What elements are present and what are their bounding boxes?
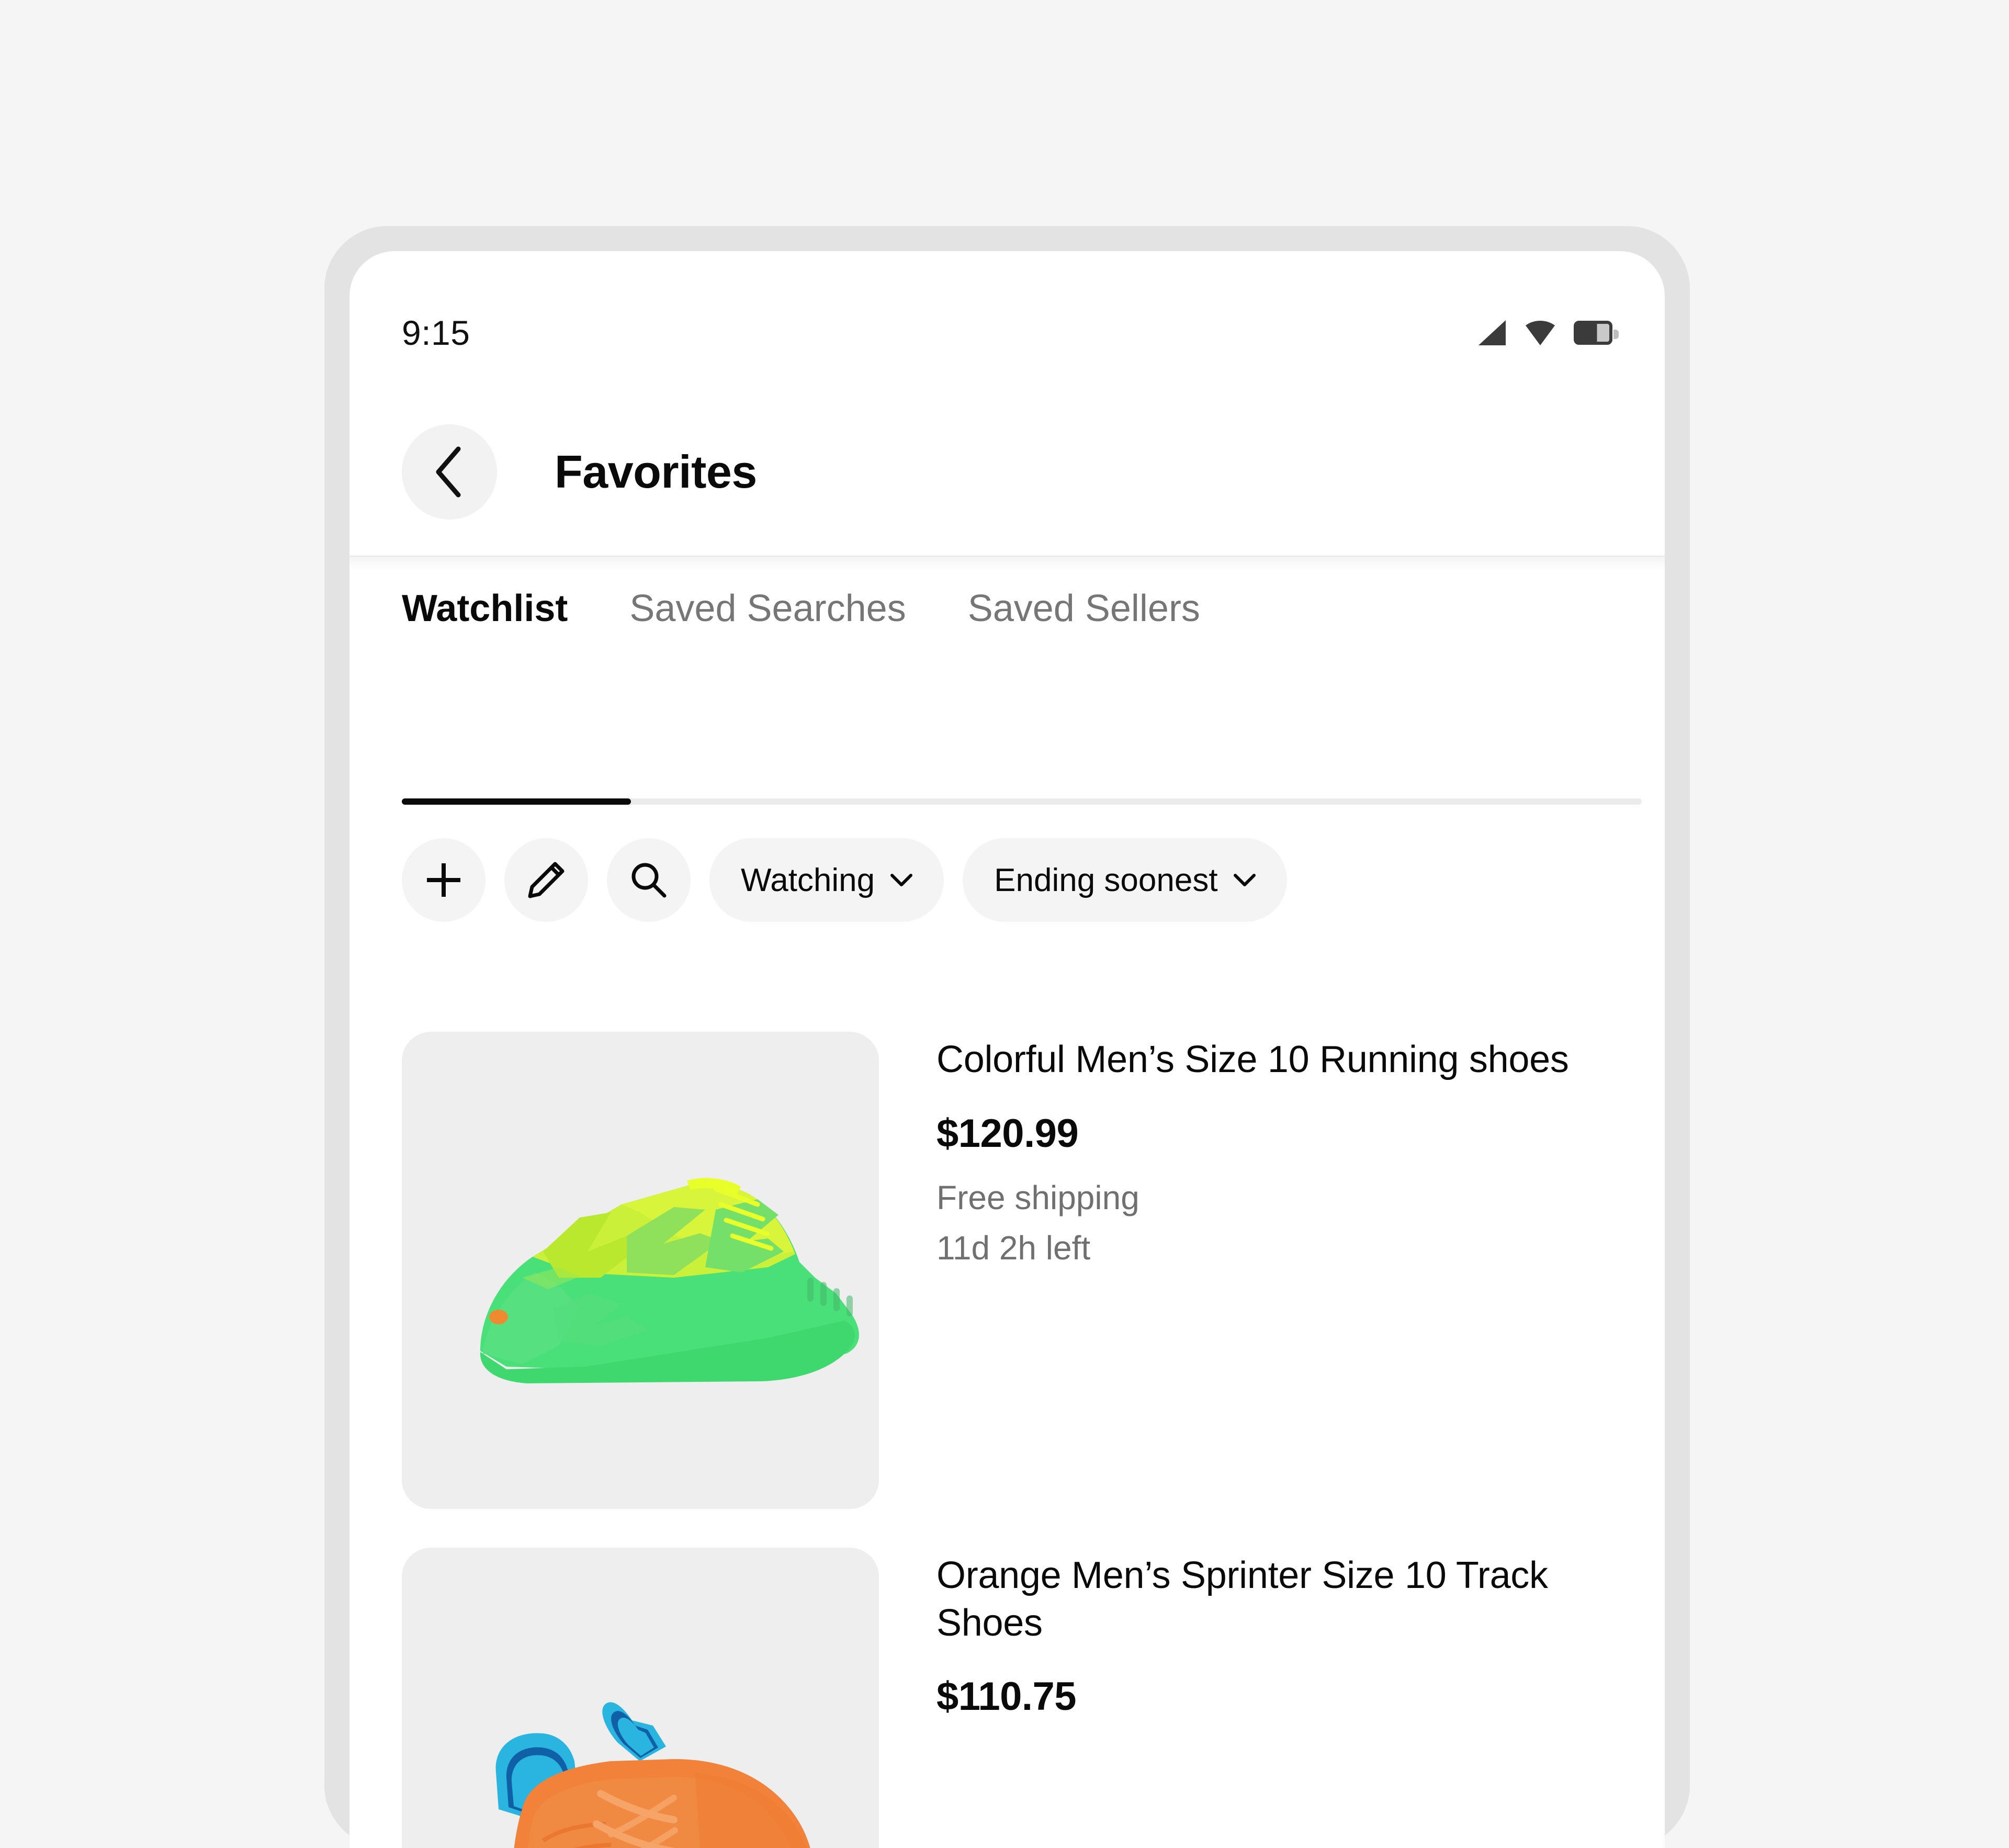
app-header: Favorites <box>349 388 1665 556</box>
search-icon <box>631 863 667 898</box>
tab-saved-searches[interactable]: Saved Searches <box>629 576 906 630</box>
watching-filter-dropdown[interactable]: Watching <box>709 838 944 922</box>
listing-price: $120.99 <box>936 1111 1079 1156</box>
tab-bar: Watchlist Saved Searches Saved Sellers <box>349 576 1665 680</box>
tab-active-indicator <box>402 798 631 805</box>
green-yellow-sneaker-image <box>402 1032 879 1509</box>
plus-icon <box>427 863 460 897</box>
listing-shipping: Free shipping <box>936 1178 1139 1216</box>
sort-dropdown[interactable]: Ending soonest <box>963 838 1287 922</box>
status-bar-icons <box>1477 297 1619 346</box>
chevron-down-icon <box>1233 874 1256 886</box>
battery-icon <box>1574 321 1619 345</box>
header-divider <box>349 556 1665 557</box>
signal-icon <box>1477 319 1507 346</box>
filter-toolbar: Watching Ending soonest <box>402 838 1287 922</box>
tab-indicator-track <box>402 798 1642 805</box>
listing-time-left: 11d 2h left <box>936 1229 1091 1267</box>
list-item[interactable]: Orange Men’s Sprinter Size 10 Track Shoe… <box>402 1548 1590 1848</box>
chevron-down-icon <box>890 874 913 886</box>
list-item[interactable]: Colorful Men’s Size 10 Running shoes $12… <box>402 1032 1590 1509</box>
back-button[interactable] <box>402 424 497 520</box>
sort-label: Ending soonest <box>994 862 1218 898</box>
add-button[interactable] <box>402 838 486 922</box>
listing-price: $110.75 <box>936 1674 1077 1719</box>
listing-thumbnail[interactable] <box>402 1032 879 1509</box>
wifi-icon <box>1525 319 1556 346</box>
status-bar: 9:15 <box>349 251 1665 392</box>
watching-filter-label: Watching <box>741 862 875 898</box>
page-title: Favorites <box>555 446 757 498</box>
orange-blue-sneaker-image <box>402 1548 879 1848</box>
header-shadow <box>349 557 1665 570</box>
edit-button[interactable] <box>504 838 588 922</box>
listing-title: Orange Men’s Sprinter Size 10 Track Shoe… <box>936 1554 1548 1644</box>
listing-details: Orange Men’s Sprinter Size 10 Track Shoe… <box>936 1548 1590 1848</box>
tab-saved-sellers[interactable]: Saved Sellers <box>968 576 1200 630</box>
phone-screen: 9:15 Favorites Watchlist Saved Searches … <box>349 251 1665 1848</box>
listing-thumbnail[interactable] <box>402 1548 879 1848</box>
status-bar-time: 9:15 <box>402 313 470 352</box>
listing-details: Colorful Men’s Size 10 Running shoes $12… <box>936 1032 1590 1509</box>
listing-title: Colorful Men’s Size 10 Running shoes <box>936 1039 1569 1080</box>
pencil-icon <box>528 862 565 898</box>
chevron-left-icon <box>436 446 461 498</box>
search-button[interactable] <box>607 838 691 922</box>
tab-watchlist[interactable]: Watchlist <box>402 576 568 630</box>
phone-frame: 9:15 Favorites Watchlist Saved Searches … <box>324 226 1690 1848</box>
